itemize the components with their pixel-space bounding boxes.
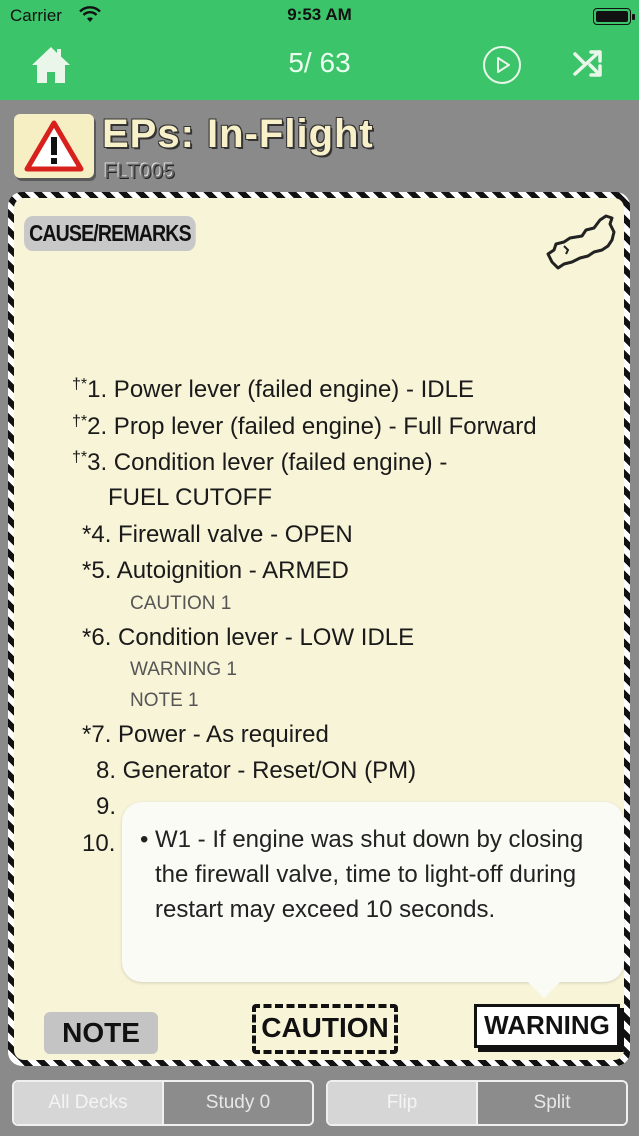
step-8: 8. Generator - Reset/ON (PM) xyxy=(96,757,416,785)
bullet-icon: • xyxy=(140,826,149,853)
step-3-continued: FUEL CUTOFF xyxy=(108,484,272,512)
step-1: †*1. Power lever (failed engine) - IDLE xyxy=(72,376,474,404)
step-text: *5. Autoignition - ARMED xyxy=(82,557,349,584)
tooltip-text: W1 - If engine was shut down by closing … xyxy=(155,826,584,923)
step-prefix: †* xyxy=(72,376,88,393)
warning-badge xyxy=(14,114,94,178)
step-text: *4. Firewall valve - OPEN xyxy=(82,521,353,548)
card-counter: 5/ 63 xyxy=(288,47,351,78)
warning-triangle-icon xyxy=(24,120,84,172)
status-time: 9:53 AM xyxy=(287,5,352,24)
step-10: 10. xyxy=(82,830,115,858)
shuffle-icon[interactable] xyxy=(572,48,604,80)
battery-icon xyxy=(593,8,635,25)
card-code: FLT005 xyxy=(104,160,175,183)
step-text: 9. xyxy=(96,793,117,820)
cause-remarks-tag[interactable]: CAUSE/REMARKS xyxy=(24,216,196,251)
step-prefix: †* xyxy=(72,449,88,466)
map-outline-icon[interactable] xyxy=(542,210,618,274)
step-text: 8. Generator - Reset/ON (PM) xyxy=(96,757,417,784)
warning-tooltip[interactable]: • W1 - If engine was shut down by closin… xyxy=(122,802,624,998)
step-text: *7. Power - As required xyxy=(82,721,329,748)
step-5: *5. Autoignition - ARMED xyxy=(82,557,349,585)
step-text: 3. Condition lever (failed engine) - xyxy=(87,449,448,476)
step-4: *4. Firewall valve - OPEN xyxy=(82,521,353,549)
step-text: 10. xyxy=(82,830,116,857)
caution-ref[interactable]: CAUTION 1 xyxy=(130,593,231,615)
step-prefix: †* xyxy=(72,413,88,430)
flip-button[interactable]: Flip xyxy=(328,1082,476,1124)
caution-button[interactable]: CAUTION xyxy=(252,1004,398,1054)
status-bar: Carrier 9:53 AM xyxy=(0,0,639,32)
study-button[interactable]: Study 0 xyxy=(162,1082,312,1124)
split-button[interactable]: Split xyxy=(476,1082,626,1124)
step-7: *7. Power - As required xyxy=(82,721,329,749)
step-3: †*3. Condition lever (failed engine) - xyxy=(72,449,447,477)
warning-ref[interactable]: WARNING 1 xyxy=(130,659,237,681)
step-text: FUEL CUTOFF xyxy=(108,484,273,511)
step-6: *6. Condition lever - LOW IDLE xyxy=(82,624,414,652)
step-9: 9. xyxy=(96,793,116,821)
warning-button[interactable]: WARNING xyxy=(474,1004,620,1048)
step-text: 2. Prop lever (failed engine) - Full For… xyxy=(87,413,537,440)
deck-title: EPs: In-Flight xyxy=(102,112,374,156)
step-2: †*2. Prop lever (failed engine) - Full F… xyxy=(72,413,537,441)
note-button[interactable]: NOTE xyxy=(44,1012,158,1054)
step-text: *6. Condition lever - LOW IDLE xyxy=(82,624,415,651)
view-segmented-control: Flip Split xyxy=(326,1080,628,1126)
deck-segmented-control: All Decks Study 0 xyxy=(12,1080,314,1126)
top-bar: Carrier 9:53 AM 5/ 63 xyxy=(0,0,639,100)
note-ref[interactable]: NOTE 1 xyxy=(130,690,199,712)
play-icon[interactable] xyxy=(482,45,522,85)
all-decks-button[interactable]: All Decks xyxy=(14,1082,162,1124)
step-text: 1. Power lever (failed engine) - IDLE xyxy=(87,376,474,403)
